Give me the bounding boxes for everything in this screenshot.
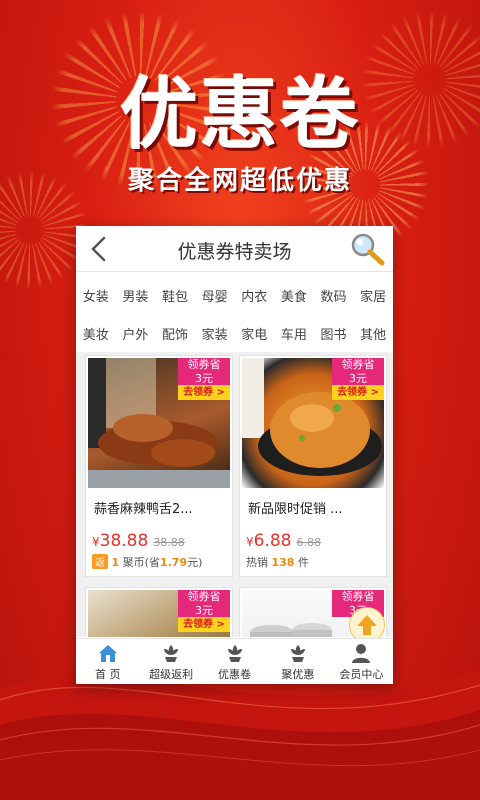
product-name: 新品限时促销 ... <box>248 502 343 517</box>
hero-title: 优惠卷 <box>119 70 360 160</box>
rebate-tag: 返 <box>92 554 108 569</box>
category-item[interactable]: 家电 <box>241 324 267 343</box>
magnifier-icon <box>351 233 385 266</box>
coupon-badge[interactable]: 领券省 3元 去领券 > <box>178 358 230 400</box>
category-item[interactable]: 图书 <box>321 324 347 343</box>
category-item[interactable]: 数码 <box>321 286 347 305</box>
product-grid: 领券省 3元 去领券 > 蒜香麻辣鸭舌2... ¥38.88 38.88 返 1 … <box>76 352 393 637</box>
product-card[interactable]: 领券省 3元 去领券 > 新品限时促销 ... ¥6.88 6.88 热销 138… <box>239 355 387 577</box>
tab-super-rebate[interactable]: 超级返利 <box>139 639 202 684</box>
rebate-count: 1 <box>111 556 120 569</box>
category-row-1: 女装 男装 鞋包 母婴 内衣 美食 数码 家居 <box>76 276 393 314</box>
tab-label: 优惠卷 <box>218 668 252 681</box>
get-coupon-button[interactable]: 去领券 > <box>178 617 230 632</box>
tab-label: 聚优惠 <box>281 668 315 681</box>
rebate-save: 1.79 <box>159 556 188 569</box>
category-item[interactable]: 鞋包 <box>162 286 188 305</box>
rebate-end: 元) <box>187 556 203 569</box>
sales-label: 热销 <box>246 556 268 569</box>
product-card[interactable]: 领券省 3元 去领券 > 蒜香麻辣鸭舌2... ¥38.88 38.88 返 1 … <box>85 355 233 577</box>
price-value: 6.88 <box>253 531 292 551</box>
coupon-label: 领券省 <box>178 358 230 372</box>
coupon-badge[interactable]: 领券省 3元 去领券 > <box>178 590 230 632</box>
price-value: 38.88 <box>99 531 149 551</box>
rebate-text: 聚币(省 <box>122 556 160 569</box>
coupon-value: 3元 <box>178 372 230 385</box>
tab-coupons[interactable]: 优惠卷 <box>203 639 266 684</box>
flower-icon <box>164 645 179 662</box>
coupon-badge[interactable]: 领券省 3元 去领券 > <box>332 358 384 400</box>
category-item[interactable]: 内衣 <box>241 286 267 305</box>
flower-icon <box>290 645 305 662</box>
category-item[interactable]: 男装 <box>122 286 148 305</box>
tab-home[interactable]: 首 页 <box>76 639 139 684</box>
tab-label: 超级返利 <box>149 668 194 681</box>
original-price: 6.88 <box>296 536 322 549</box>
original-price: 38.88 <box>153 536 185 549</box>
product-price: ¥6.88 6.88 <box>246 531 321 551</box>
coupon-value: 3元 <box>332 372 384 385</box>
category-item[interactable]: 户外 <box>122 324 148 343</box>
category-item[interactable]: 家居 <box>360 286 386 305</box>
home-icon <box>98 645 117 662</box>
category-item[interactable]: 女装 <box>83 286 109 305</box>
category-item[interactable]: 车用 <box>281 324 307 343</box>
flower-icon <box>227 645 242 662</box>
category-item[interactable]: 美妆 <box>83 324 109 343</box>
category-item[interactable]: 家装 <box>202 324 228 343</box>
arrow-up-icon <box>357 615 377 635</box>
coupon-label: 领券省 <box>178 590 230 604</box>
sales-unit: 件 <box>297 556 309 569</box>
price-symbol: ¥ <box>92 535 100 549</box>
category-item[interactable]: 美食 <box>281 286 307 305</box>
user-icon <box>352 644 371 663</box>
get-coupon-button[interactable]: 去领券 > <box>178 385 230 400</box>
category-row-2: 美妆 户外 配饰 家装 家电 车用 图书 其他 <box>76 314 393 352</box>
category-item[interactable]: 配饰 <box>162 324 188 343</box>
category-item[interactable]: 其他 <box>360 324 386 343</box>
app-preview: 优惠券特卖场 女装 男装 鞋包 母婴 内衣 美食 数码 家居 美妆 户外 配饰 … <box>76 226 393 684</box>
sales-count: 138 <box>271 556 295 569</box>
price-symbol: ¥ <box>246 535 254 549</box>
tab-ju-deals[interactable]: 聚优惠 <box>266 639 329 684</box>
coupon-label: 领券省 <box>332 590 384 604</box>
search-button[interactable] <box>349 232 387 266</box>
category-menu: 女装 男装 鞋包 母婴 内衣 美食 数码 家居 美妆 户外 配饰 家装 家电 车… <box>76 272 393 352</box>
coupon-label: 领券省 <box>332 358 384 372</box>
tab-member-center[interactable]: 会员中心 <box>330 639 393 684</box>
get-coupon-button[interactable]: 去领券 > <box>332 385 384 400</box>
hero-subtitle: 聚合全网超低优惠 <box>127 166 352 196</box>
page-title: 优惠券特卖场 <box>177 241 292 263</box>
bottom-tab-bar: 首 页 超级返利 优惠卷 聚优惠 会员中心 <box>76 638 393 684</box>
product-name: 蒜香麻辣鸭舌2... <box>94 502 193 517</box>
product-price: ¥38.88 38.88 <box>92 531 185 551</box>
tab-label: 会员中心 <box>339 668 384 681</box>
category-item[interactable]: 母婴 <box>202 286 228 305</box>
product-card[interactable]: 领券省 3元 去领券 > <box>85 587 233 637</box>
coupon-value: 3元 <box>178 604 230 617</box>
tab-label: 首 页 <box>94 668 121 681</box>
header-bar: 优惠券特卖场 <box>76 226 393 272</box>
rebate-info: 返 1 聚币(省1.79元) <box>92 554 202 570</box>
sales-info: 热销 138 件 <box>246 554 309 570</box>
